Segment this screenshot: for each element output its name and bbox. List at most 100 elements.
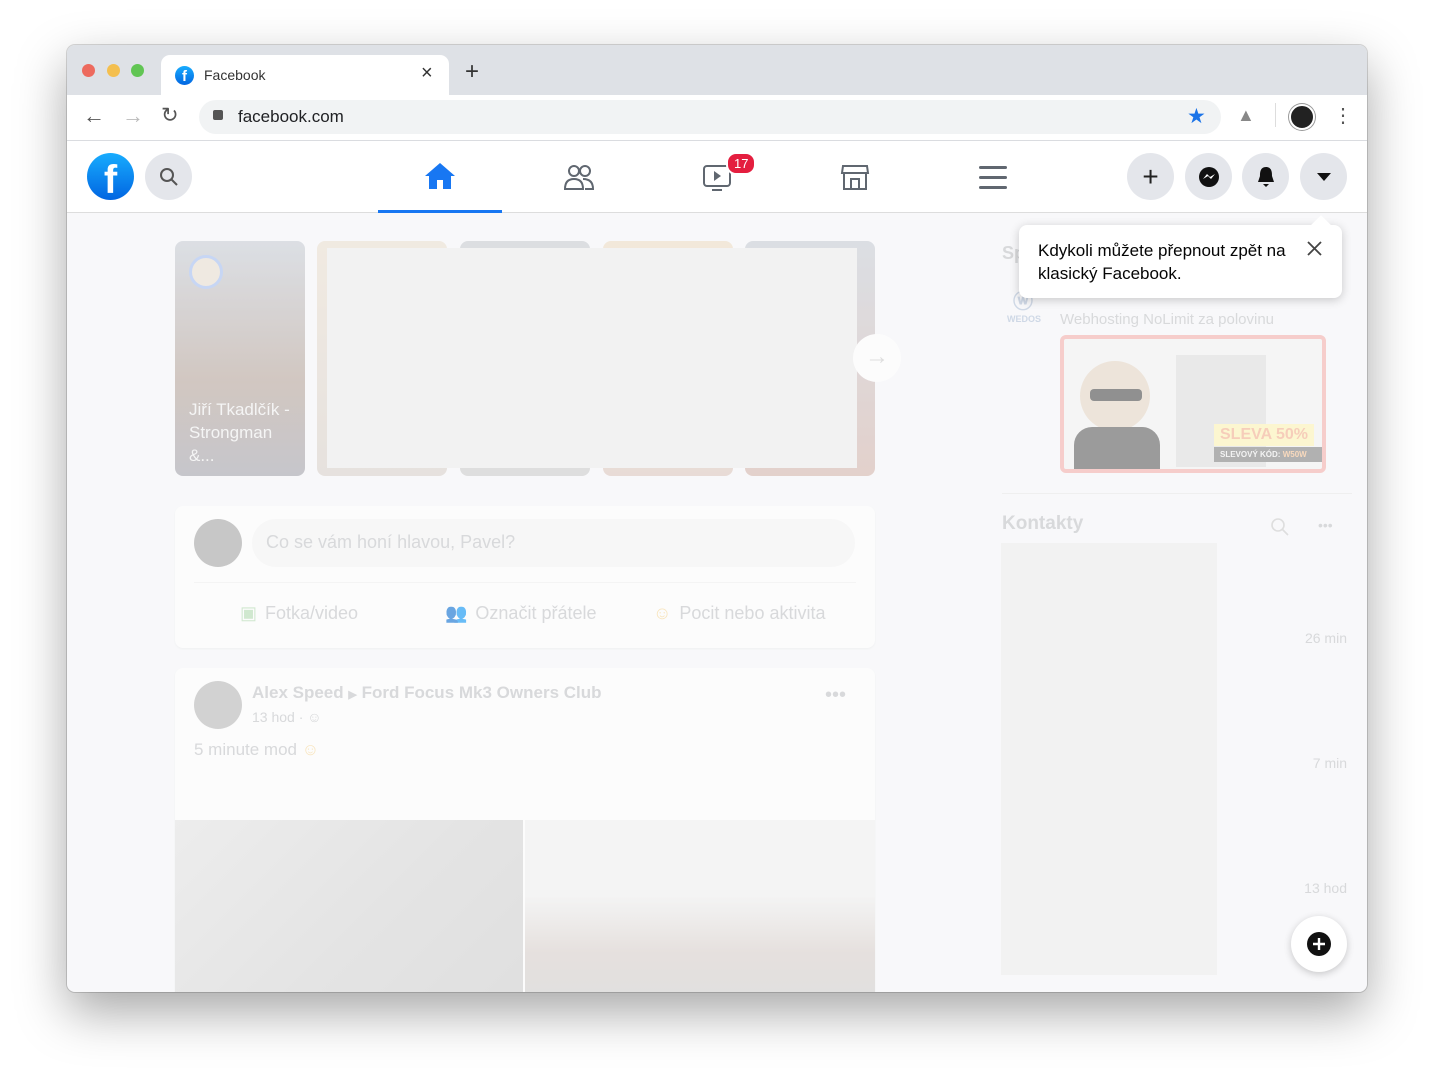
marketplace-icon xyxy=(840,165,870,190)
browser-tab[interactable]: f Facebook × xyxy=(161,55,449,95)
grin-emoji-icon: ☺ xyxy=(301,740,320,759)
feed-post: Alex Speed ▶ Ford Focus Mk3 Owners Club … xyxy=(175,668,875,992)
tag-friends-button[interactable]: 👥 Označit přátele xyxy=(445,603,596,624)
feeling-activity-button[interactable]: ☺ Pocit nebo aktivita xyxy=(653,603,825,624)
minimize-window-button[interactable] xyxy=(107,64,120,77)
ad-discount: SLEVA 50% xyxy=(1214,424,1315,446)
close-window-button[interactable] xyxy=(82,64,95,77)
friends-icon xyxy=(563,165,595,190)
post-options-icon[interactable]: ••• xyxy=(825,684,846,707)
tab-home[interactable] xyxy=(378,141,502,213)
back-icon[interactable]: ← xyxy=(83,103,105,129)
new-tab-button[interactable]: + xyxy=(465,58,479,86)
tab-menu[interactable] xyxy=(931,141,1055,213)
author-avatar[interactable] xyxy=(194,681,242,729)
audience-icon: ☺ xyxy=(307,709,322,725)
facebook-logo[interactable]: f xyxy=(87,153,134,202)
compose-icon xyxy=(1307,932,1331,956)
browser-window: f Facebook × + ← → ↻ facebook.com ★ ▲ ⋮ … xyxy=(67,45,1367,992)
contact-last-active: 13 hod xyxy=(1304,880,1347,896)
lock-icon xyxy=(213,110,223,120)
logo-text: WEDOS xyxy=(1007,314,1042,324)
notification-badge: 17 xyxy=(726,152,757,175)
contacts-search-icon[interactable] xyxy=(1270,517,1290,537)
tab-marketplace[interactable] xyxy=(793,141,917,213)
tab-friends[interactable] xyxy=(517,141,641,213)
reload-icon[interactable]: ↻ xyxy=(161,103,179,128)
contacts-placeholder xyxy=(1001,543,1217,975)
action-label: Fotka/video xyxy=(265,603,359,623)
divider xyxy=(1002,493,1352,494)
search-icon xyxy=(159,167,178,186)
tab-title: Facebook xyxy=(204,67,266,83)
post-composer: Co se vám honí hlavou, Pavel? ▣ Fotka/vid… xyxy=(175,506,875,648)
post-photo[interactable] xyxy=(525,820,875,992)
tooltip-arrow xyxy=(1311,215,1331,235)
stories-next-button[interactable]: → xyxy=(853,334,901,382)
facebook-header: f 17 + xyxy=(67,141,1367,213)
photo-icon: ▣ xyxy=(240,603,258,623)
caret-right-icon: ▶ xyxy=(348,689,357,701)
more-menu-icon[interactable]: ⋮ xyxy=(1333,103,1353,128)
code-label: SLEVOVÝ KÓD: xyxy=(1220,450,1281,459)
url-text: facebook.com xyxy=(238,107,344,126)
messenger-button[interactable] xyxy=(1185,153,1232,200)
close-icon[interactable] xyxy=(1307,241,1322,256)
address-bar-row: ← → ↻ facebook.com ★ ▲ ⋮ xyxy=(67,95,1367,141)
contacts-options-icon[interactable]: ••• xyxy=(1318,517,1333,533)
post-time[interactable]: 13 hod xyxy=(252,709,295,725)
caret-down-icon xyxy=(1316,172,1331,181)
url-field[interactable]: facebook.com ★ xyxy=(199,100,1221,134)
user-avatar xyxy=(194,519,242,567)
photo-video-button[interactable]: ▣ Fotka/video xyxy=(240,603,358,624)
bookmark-star-icon[interactable]: ★ xyxy=(1187,104,1206,129)
maximize-window-button[interactable] xyxy=(131,64,144,77)
divider xyxy=(194,582,856,583)
whats-on-your-mind-input[interactable]: Co se vám honí hlavou, Pavel? xyxy=(252,519,855,567)
tab-bar: f Facebook × + xyxy=(67,45,1367,95)
sunglasses xyxy=(1090,389,1142,401)
hamburger-icon xyxy=(979,166,1007,189)
bell-icon xyxy=(1257,166,1274,187)
story-avatar xyxy=(189,255,223,289)
code-value: W50W xyxy=(1282,450,1307,459)
story-card[interactable]: Jiří Tkadlčík - Strongman &... xyxy=(175,241,305,476)
home-icon xyxy=(425,162,455,189)
ad-tagline[interactable]: Webhosting NoLimit za polovinu xyxy=(1060,311,1274,328)
new-message-button[interactable] xyxy=(1291,916,1347,972)
post-header: Alex Speed ▶ Ford Focus Mk3 Owners Club xyxy=(252,683,602,703)
post-body: 5 minute mod xyxy=(194,740,297,759)
forward-icon[interactable]: → xyxy=(122,103,144,129)
post-photo[interactable] xyxy=(175,820,523,992)
switch-back-tooltip: Kdykoli můžete přepnout zpět na klasický… xyxy=(1019,215,1342,298)
story-author: Jiří Tkadlčík - Strongman &... xyxy=(189,400,290,465)
plus-icon: + xyxy=(1142,160,1159,192)
feeling-icon: ☺ xyxy=(653,603,672,623)
separator: · xyxy=(298,709,304,725)
contacts-heading: Kontakty xyxy=(1002,513,1084,534)
ad-banner[interactable]: SLEVA 50% SLEVOVÝ KÓD: W50W xyxy=(1060,335,1326,473)
tooltip-text: Kdykoli můžete přepnout zpět na klasický… xyxy=(1038,241,1286,283)
composer-placeholder: Co se vám honí hlavou, Pavel? xyxy=(266,532,516,552)
action-label: Pocit nebo aktivita xyxy=(679,603,826,623)
account-menu-button[interactable] xyxy=(1300,153,1347,200)
notifications-button[interactable] xyxy=(1242,153,1289,200)
create-button[interactable]: + xyxy=(1127,153,1174,200)
search-button[interactable] xyxy=(145,153,192,200)
tag-friends-icon: 👥 xyxy=(445,603,468,623)
action-label: Označit přátele xyxy=(475,603,597,623)
contact-last-active: 7 min xyxy=(1312,755,1347,771)
drive-extension-icon[interactable]: ▲ xyxy=(1237,105,1255,126)
post-text: 5 minute mod ☺ xyxy=(194,740,319,760)
messenger-icon xyxy=(1198,166,1219,187)
mascot-body xyxy=(1074,427,1160,469)
group-link[interactable]: Ford Focus Mk3 Owners Club xyxy=(362,683,602,702)
tab-watch[interactable]: 17 xyxy=(655,141,779,213)
author-link[interactable]: Alex Speed xyxy=(252,683,344,702)
contact-last-active: 26 min xyxy=(1304,630,1347,646)
loading-placeholder xyxy=(327,248,857,468)
close-tab-icon[interactable]: × xyxy=(421,62,433,85)
profile-avatar[interactable] xyxy=(1289,104,1315,130)
post-meta: 13 hod · ☺ xyxy=(252,709,322,725)
facebook-favicon-icon: f xyxy=(175,66,194,85)
